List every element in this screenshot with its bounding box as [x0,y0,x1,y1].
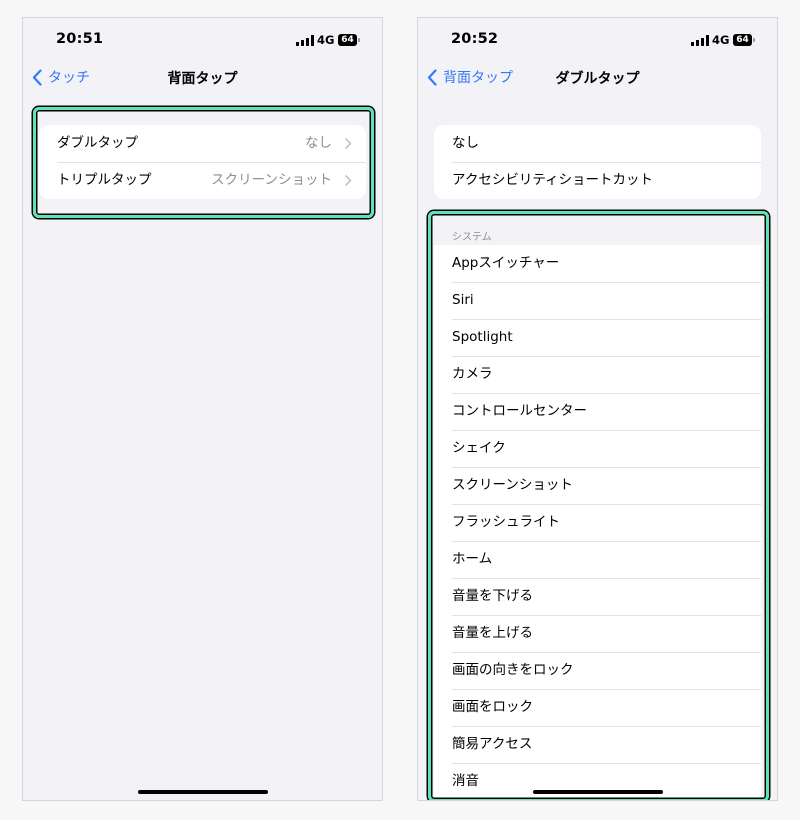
chevron-right-icon [345,175,352,186]
battery-cap [358,38,360,42]
list-item[interactable]: フラッシュライト [434,504,761,541]
row-label: ダブルタップ [57,135,138,151]
option-none[interactable]: なし [434,125,761,162]
triple-tap-row[interactable]: トリプルタップ スクリーンショット [39,162,366,199]
list-item[interactable]: 音量を下げる [434,578,761,615]
list-item[interactable]: 画面の向きをロック [434,652,761,689]
list-item[interactable]: 音量を上げる [434,615,761,652]
list-item[interactable]: Appスイッチャー [434,245,761,282]
section-header-system: システム [452,232,492,243]
screen-double-tap: 20:52 4G 64 背面タップ ダブルタップ なし アクセシビリティショート… [417,17,778,801]
list-item[interactable]: カメラ [434,356,761,393]
list-item[interactable]: Siri [434,282,761,319]
page-title: ダブルタップ [555,71,640,87]
page-title: 背面タップ [167,71,238,87]
battery-cap [753,38,755,42]
status-time: 20:52 [451,31,499,47]
list-item[interactable]: 画面をロック [434,689,761,726]
row-label: トリプルタップ [57,172,152,188]
double-tap-row[interactable]: ダブルタップ なし [39,125,366,162]
back-tap-options-group: ダブルタップ なし トリプルタップ スクリーンショット [39,125,366,199]
signal-icon [691,35,709,46]
row-value: なし [305,135,332,151]
battery-icon: 64 [338,34,357,46]
signal-icon [296,35,314,46]
list-item[interactable]: ホーム [434,541,761,578]
list-item[interactable]: シェイク [434,430,761,467]
system-actions-list: Appスイッチャー Siri Spotlight カメラ コントロールセンター … [434,245,761,800]
network-type: 4G [712,33,730,47]
status-icons: 4G 64 [296,33,360,47]
row-value: スクリーンショット [211,172,332,188]
home-indicator [533,790,663,794]
network-type: 4G [317,33,335,47]
battery-icon: 64 [733,34,752,46]
list-item[interactable]: スクリーンショット [434,467,761,504]
list-item[interactable]: コントロールセンター [434,393,761,430]
screen-back-tap: 20:51 4G 64 タッチ 背面タップ ダブルタップ なし トリプルタップ … [22,17,383,801]
chevron-right-icon [345,138,352,149]
status-time: 20:51 [56,31,104,47]
action-top-group: なし アクセシビリティショートカット [434,125,761,199]
list-item[interactable]: Spotlight [434,319,761,356]
status-icons: 4G 64 [691,33,755,47]
option-accessibility-shortcut[interactable]: アクセシビリティショートカット [434,162,761,199]
list-item[interactable]: 簡易アクセス [434,726,761,763]
home-indicator [138,790,268,794]
list-item[interactable]: 消音 [434,763,761,800]
